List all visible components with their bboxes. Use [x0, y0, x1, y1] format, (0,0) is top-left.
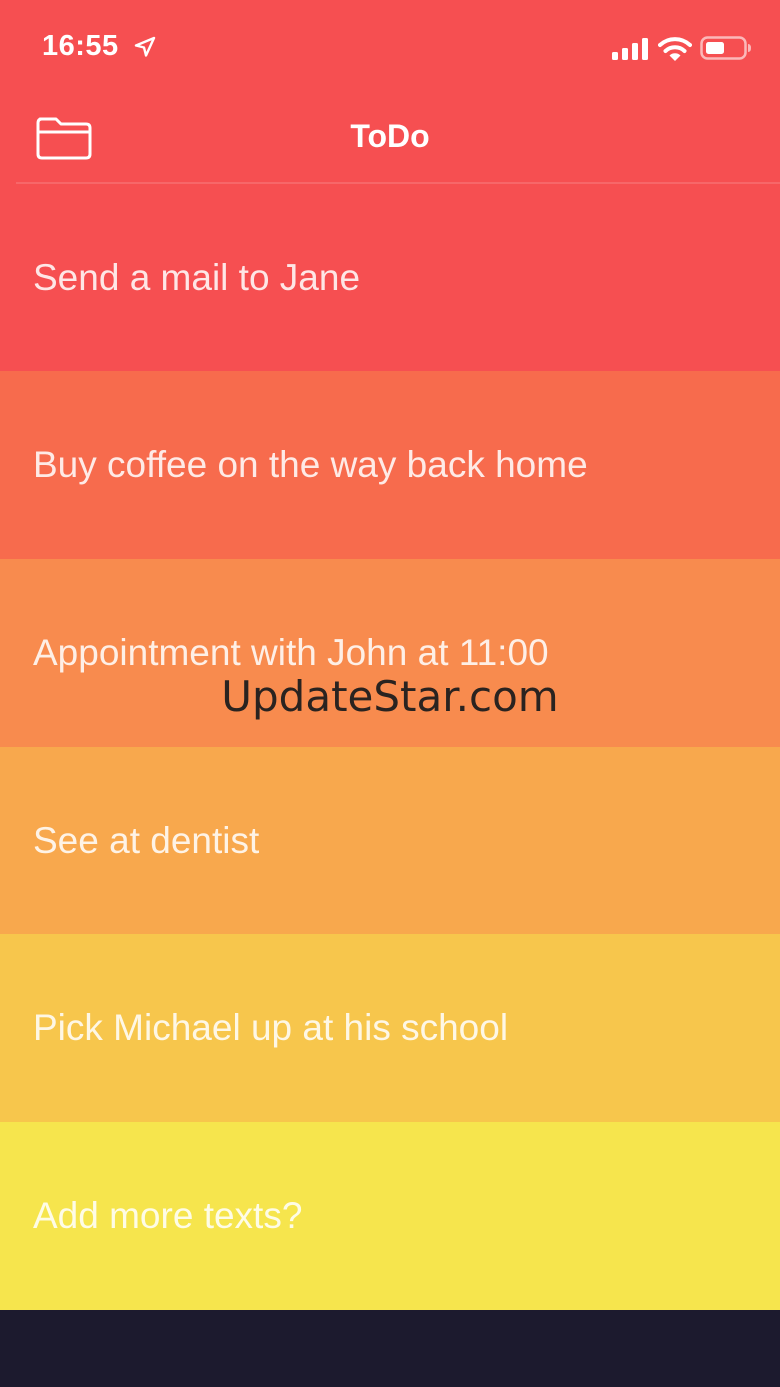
status-bar: 16:55 [0, 0, 780, 96]
nav-bar: ToDo [0, 96, 780, 182]
todo-item[interactable]: Add more texts? [0, 1122, 780, 1310]
todo-item-text: Buy coffee on the way back home [33, 444, 588, 485]
battery-icon [700, 36, 751, 60]
todo-item[interactable]: Appointment with John at 11:00 [0, 559, 780, 747]
wifi-icon [658, 37, 692, 61]
todo-item[interactable]: Send a mail to Jane [0, 184, 780, 371]
todo-item[interactable]: See at dentist [0, 747, 780, 934]
page-title: ToDo [350, 118, 430, 154]
todo-item-text: Appointment with John at 11:00 [33, 632, 549, 673]
todo-item[interactable]: Buy coffee on the way back home [0, 371, 780, 559]
app-screen: 16:55 ToDo Send a mail to Jane Buy coffe… [0, 0, 780, 1387]
todo-item-text: Send a mail to Jane [33, 256, 361, 298]
header: 16:55 ToDo [0, 0, 780, 184]
status-time: 16:55 [42, 30, 119, 62]
todo-list: Send a mail to Jane Buy coffee on the way… [0, 184, 780, 1310]
location-arrow-icon [134, 36, 156, 57]
todo-item[interactable]: Pick Michael up at his school [0, 934, 780, 1122]
todo-item-text: Add more texts? [33, 1195, 303, 1236]
bottom-area [0, 1310, 780, 1387]
todo-item-text: Pick Michael up at his school [33, 1007, 509, 1048]
todo-item-text: See at dentist [33, 819, 260, 861]
cellular-signal-icon [612, 38, 648, 60]
